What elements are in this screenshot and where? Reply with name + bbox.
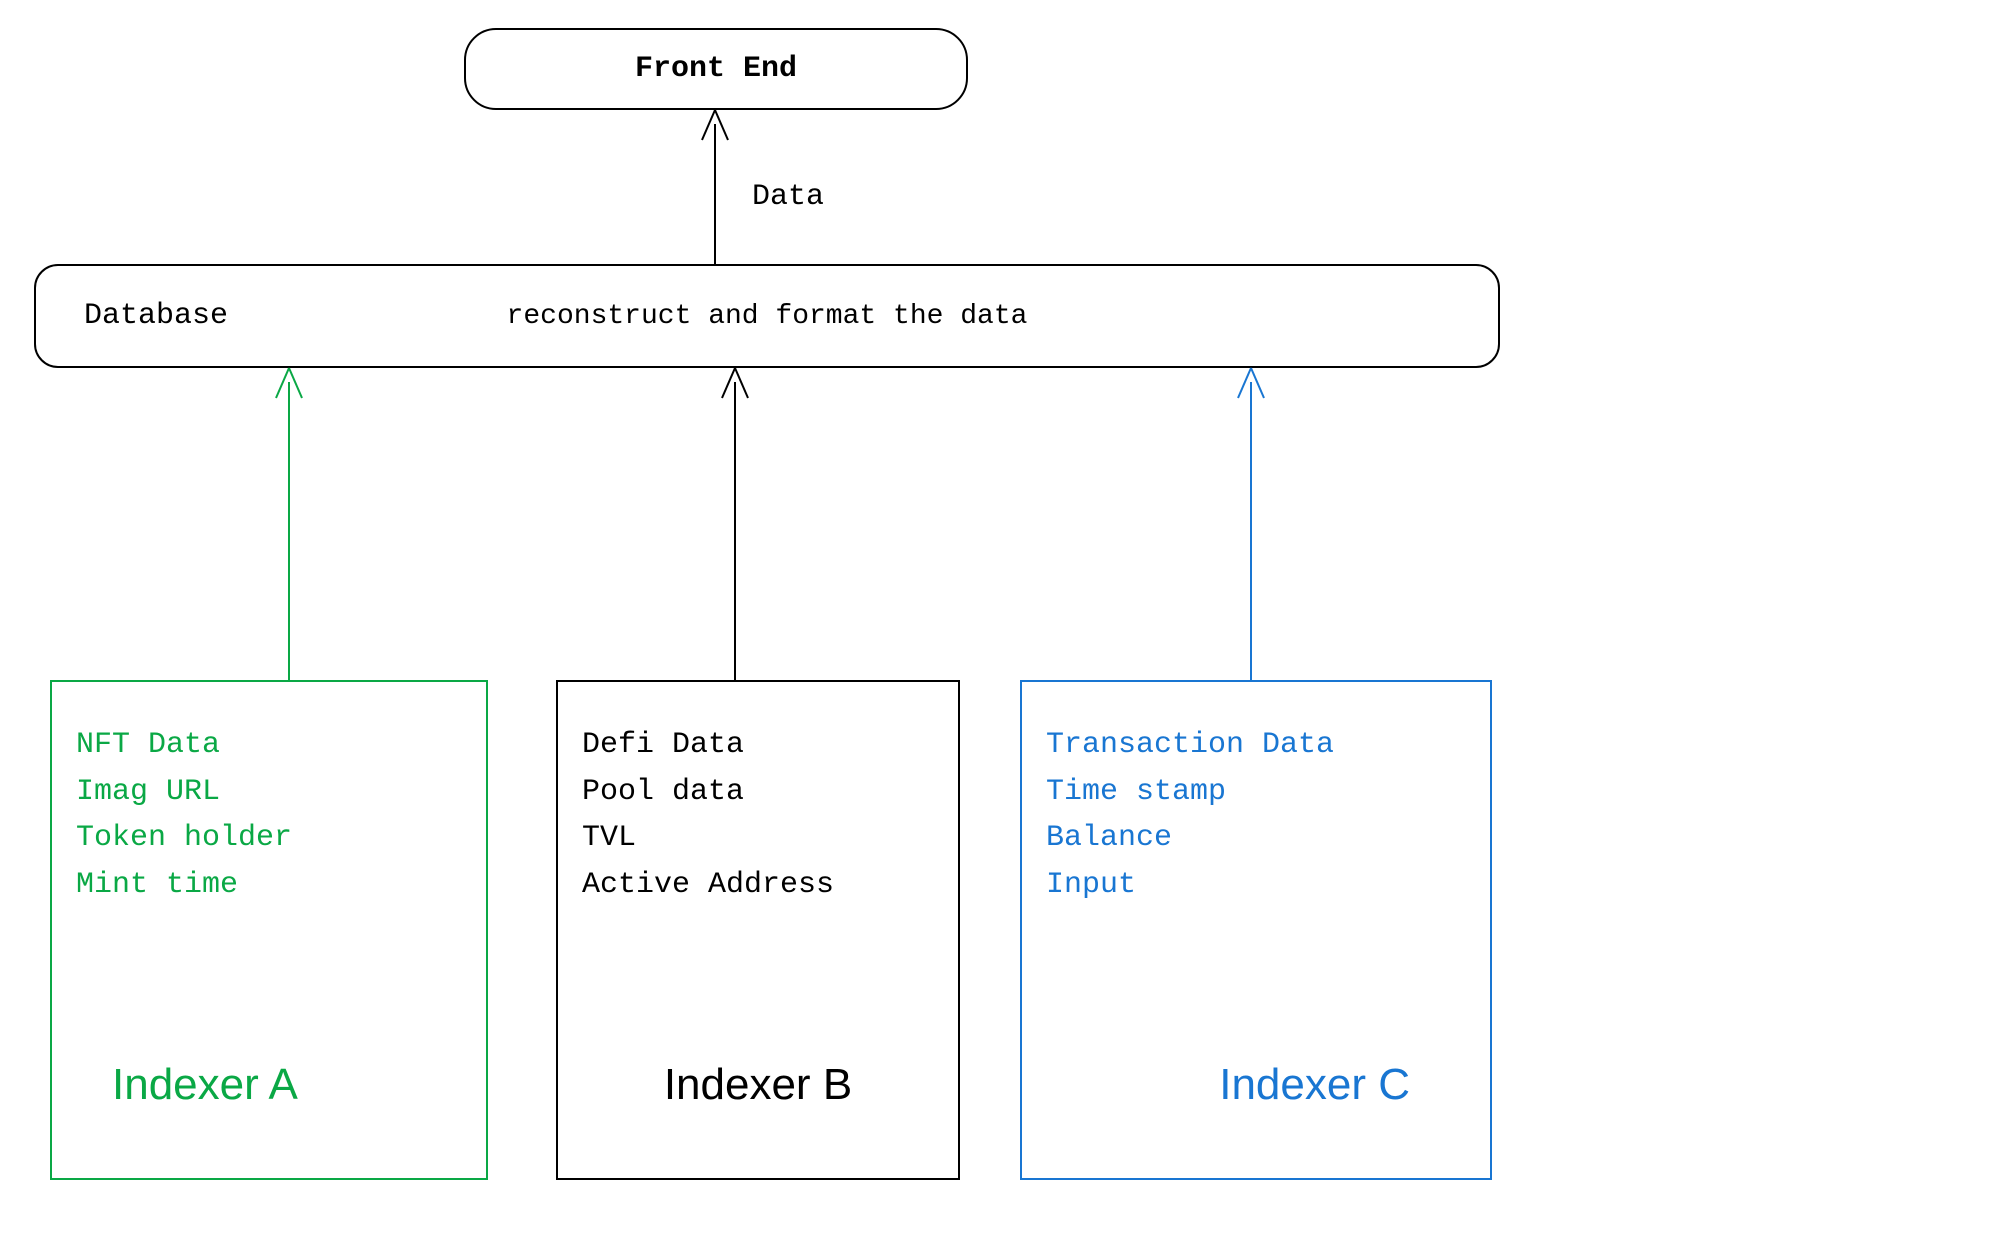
indexer-a-item: Mint time xyxy=(76,862,462,909)
arrow-indexer-a-to-database xyxy=(274,368,304,680)
indexer-b-item: Defi Data xyxy=(582,722,934,769)
indexer-b-item: Active Address xyxy=(582,862,934,909)
indexer-a-item: NFT Data xyxy=(76,722,462,769)
front-end-box: Front End xyxy=(464,28,968,110)
indexer-c-item: Time stamp xyxy=(1046,769,1466,816)
arrow-indexer-c-to-database xyxy=(1236,368,1266,680)
indexer-b-item: TVL xyxy=(582,815,934,862)
indexer-a-item: Token holder xyxy=(76,815,462,862)
indexer-c-items: Transaction Data Time stamp Balance Inpu… xyxy=(1046,722,1466,908)
arrow-indexer-b-to-database xyxy=(720,368,750,680)
arrow-database-to-frontend xyxy=(700,110,730,264)
database-center-label: reconstruct and format the data xyxy=(507,301,1028,332)
indexer-a-title: Indexer A xyxy=(76,1060,462,1154)
front-end-label: Front End xyxy=(635,52,797,86)
indexer-c-title: Indexer C xyxy=(1046,1060,1466,1154)
indexer-c-box: Transaction Data Time stamp Balance Inpu… xyxy=(1020,680,1492,1180)
indexer-b-box: Defi Data Pool data TVL Active Address I… xyxy=(556,680,960,1180)
database-left-label: Database xyxy=(84,299,228,333)
indexer-c-item: Balance xyxy=(1046,815,1466,862)
indexer-c-item: Input xyxy=(1046,862,1466,909)
indexer-a-item: Imag URL xyxy=(76,769,462,816)
data-arrow-label: Data xyxy=(752,180,824,214)
indexer-a-items: NFT Data Imag URL Token holder Mint time xyxy=(76,722,462,908)
indexer-b-items: Defi Data Pool data TVL Active Address xyxy=(582,722,934,908)
indexer-a-box: NFT Data Imag URL Token holder Mint time… xyxy=(50,680,488,1180)
indexer-c-item: Transaction Data xyxy=(1046,722,1466,769)
indexer-b-title: Indexer B xyxy=(582,1060,934,1154)
database-box: Database reconstruct and format the data xyxy=(34,264,1500,368)
indexer-b-item: Pool data xyxy=(582,769,934,816)
